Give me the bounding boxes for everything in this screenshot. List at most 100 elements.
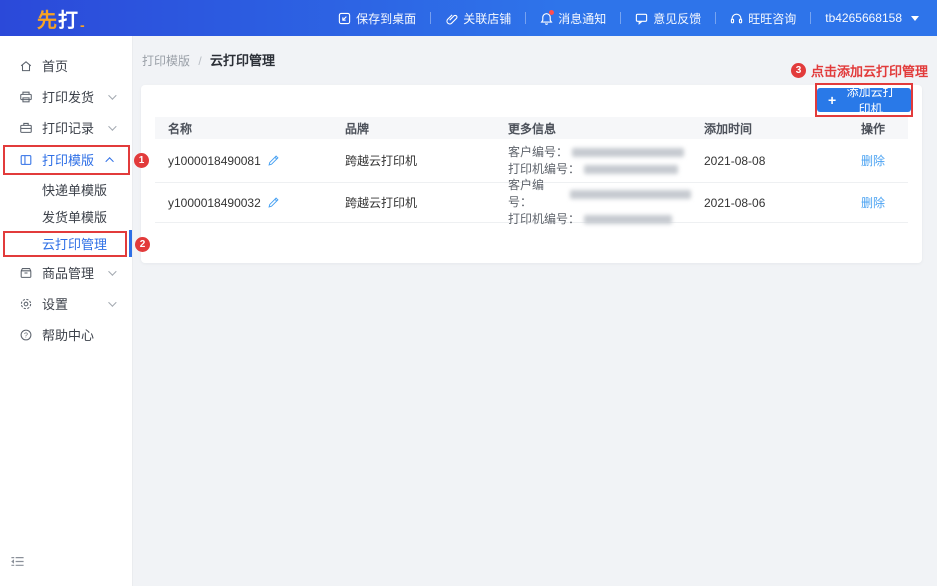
step-badge-2: 2 xyxy=(135,237,150,252)
notification-dot xyxy=(549,10,554,15)
sidebar-item-label: 打印记录 xyxy=(42,118,94,137)
help-icon: ? xyxy=(18,327,33,342)
goods-icon xyxy=(18,265,33,280)
printer-info: 客户编号： 打印机编号： xyxy=(495,144,691,178)
edit-icon[interactable] xyxy=(267,196,280,209)
table-row: y1000018490032 跨越云打印机 客户编号： 打印机编号： 2021-… xyxy=(155,183,908,223)
link-shop-button[interactable]: 关联店铺 xyxy=(441,10,515,27)
topbar-item-label: 保存到桌面 xyxy=(356,10,416,27)
table-header-row: 名称 品牌 更多信息 添加时间 操作 xyxy=(155,117,908,139)
sidebar-nav: 首页 打印发货 打印记录 打印模版 快递单模版 发货单模版 云打印管理 商品管 xyxy=(0,36,132,350)
topbar-item-label: 意见反馈 xyxy=(653,10,701,27)
printer-info: 客户编号： 打印机编号： xyxy=(495,177,691,228)
sidebar-item-help[interactable]: ? 帮助中心 xyxy=(0,319,132,350)
step-badge-1: 1 xyxy=(134,153,149,168)
topbar-item-label: 消息通知 xyxy=(558,10,606,27)
printer-name: y1000018490081 xyxy=(168,154,261,168)
topbar-menu: 保存到桌面 关联店铺 消息通知 意见反馈 旺旺咨询 tb4265668158 xyxy=(334,10,923,27)
added-time: 2021-08-06 xyxy=(691,196,848,210)
sidebar-item-label: 设置 xyxy=(42,294,68,313)
feedback-button[interactable]: 意见反馈 xyxy=(631,10,705,27)
sidebar-item-label: 打印发货 xyxy=(42,87,94,106)
printer-brand: 跨越云打印机 xyxy=(332,194,495,211)
divider xyxy=(430,12,431,24)
feedback-icon xyxy=(635,12,648,25)
sidebar-item-goods[interactable]: 商品管理 xyxy=(0,257,132,288)
printer-icon xyxy=(18,89,33,104)
account-menu[interactable]: tb4265668158 xyxy=(821,11,923,25)
sidebar: 首页 打印发货 打印记录 打印模版 快递单模版 发货单模版 云打印管理 商品管 xyxy=(0,36,133,586)
printer-code-redacted xyxy=(584,165,678,174)
customer-code-redacted xyxy=(570,190,691,199)
chevron-down-icon xyxy=(108,267,116,275)
sidebar-item-label: 首页 xyxy=(42,56,68,75)
logo-accent: - xyxy=(80,17,86,33)
column-header-name: 名称 xyxy=(155,120,332,137)
annotation-step-3: 3 点击添加云打印管理 xyxy=(791,61,928,80)
sidebar-item-label: 快递单模版 xyxy=(42,180,107,199)
sidebar-item-label: 商品管理 xyxy=(42,263,94,282)
printer-code-label: 打印机编号： xyxy=(508,161,580,178)
sidebar-item-print-ship[interactable]: 打印发货 xyxy=(0,81,132,112)
caret-down-icon xyxy=(911,16,919,21)
annotation-box-add-button: + 添加云打印机 xyxy=(815,83,913,117)
printer-code-redacted xyxy=(584,215,672,224)
breadcrumb-separator: / xyxy=(198,54,201,68)
annotation-box-step-1 xyxy=(3,145,130,175)
logo-char-1: 先 xyxy=(37,4,58,33)
headset-icon xyxy=(730,12,743,25)
sidebar-item-express-template[interactable]: 快递单模版 xyxy=(0,176,132,203)
delete-link[interactable]: 删除 xyxy=(861,154,885,168)
chevron-down-icon xyxy=(108,91,116,99)
annotation-step-3-text: 点击添加云打印管理 xyxy=(811,61,928,80)
breadcrumb: 打印模版 / 云打印管理 xyxy=(142,50,275,69)
breadcrumb-parent[interactable]: 打印模版 xyxy=(142,54,190,68)
sidebar-item-print-records[interactable]: 打印记录 xyxy=(0,112,132,143)
column-header-actions: 操作 xyxy=(848,120,908,137)
divider xyxy=(620,12,621,24)
printer-code-label: 打印机编号： xyxy=(508,211,580,228)
annotation-box-step-2 xyxy=(3,231,127,257)
added-time: 2021-08-08 xyxy=(691,154,848,168)
divider xyxy=(810,12,811,24)
step-badge-3: 3 xyxy=(791,63,806,78)
add-button-label: 添加云打印机 xyxy=(841,83,900,117)
sidebar-item-shipping-template[interactable]: 发货单模版 xyxy=(0,203,132,230)
divider xyxy=(715,12,716,24)
wangwang-support-button[interactable]: 旺旺咨询 xyxy=(726,10,800,27)
home-icon xyxy=(18,58,33,73)
printer-brand: 跨越云打印机 xyxy=(332,152,495,169)
chevron-down-icon xyxy=(108,298,116,306)
notifications-button[interactable]: 消息通知 xyxy=(536,10,610,27)
printer-name: y1000018490032 xyxy=(168,196,261,210)
edit-icon[interactable] xyxy=(267,154,280,167)
plus-icon: + xyxy=(828,93,836,107)
app-logo: 先打- xyxy=(37,4,86,33)
delete-link[interactable]: 删除 xyxy=(861,196,885,210)
add-cloud-printer-button[interactable]: + 添加云打印机 xyxy=(817,88,911,112)
link-icon xyxy=(445,12,458,25)
chevron-down-icon xyxy=(108,122,116,130)
printer-table: 名称 品牌 更多信息 添加时间 操作 y1000018490081 跨越云打印机… xyxy=(155,117,908,223)
sidebar-item-home[interactable]: 首页 xyxy=(0,50,132,81)
topbar-item-label: 关联店铺 xyxy=(463,10,511,27)
logo-char-2: 打 xyxy=(58,4,79,33)
sidebar-item-label: 帮助中心 xyxy=(42,325,94,344)
topbar-item-label: 旺旺咨询 xyxy=(748,10,796,27)
sidebar-item-label: 发货单模版 xyxy=(42,207,107,226)
desktop-save-icon xyxy=(338,12,351,25)
column-header-info: 更多信息 xyxy=(495,120,691,137)
save-to-desktop-button[interactable]: 保存到桌面 xyxy=(334,10,420,27)
customer-code-redacted xyxy=(572,148,684,157)
customer-code-label: 客户编号： xyxy=(508,144,568,161)
customer-code-label: 客户编号： xyxy=(508,177,566,211)
divider xyxy=(525,12,526,24)
main-content: 打印模版 / 云打印管理 3 点击添加云打印管理 名称 品牌 更多信息 添加时间… xyxy=(133,36,937,586)
column-header-brand: 品牌 xyxy=(332,120,495,137)
menu-collapse-icon[interactable] xyxy=(10,554,25,574)
column-header-added-time: 添加时间 xyxy=(691,120,848,137)
bell-icon xyxy=(540,12,553,25)
breadcrumb-current: 云打印管理 xyxy=(210,53,275,68)
content-card: 名称 品牌 更多信息 添加时间 操作 y1000018490081 跨越云打印机… xyxy=(141,85,922,263)
sidebar-item-settings[interactable]: 设置 xyxy=(0,288,132,319)
